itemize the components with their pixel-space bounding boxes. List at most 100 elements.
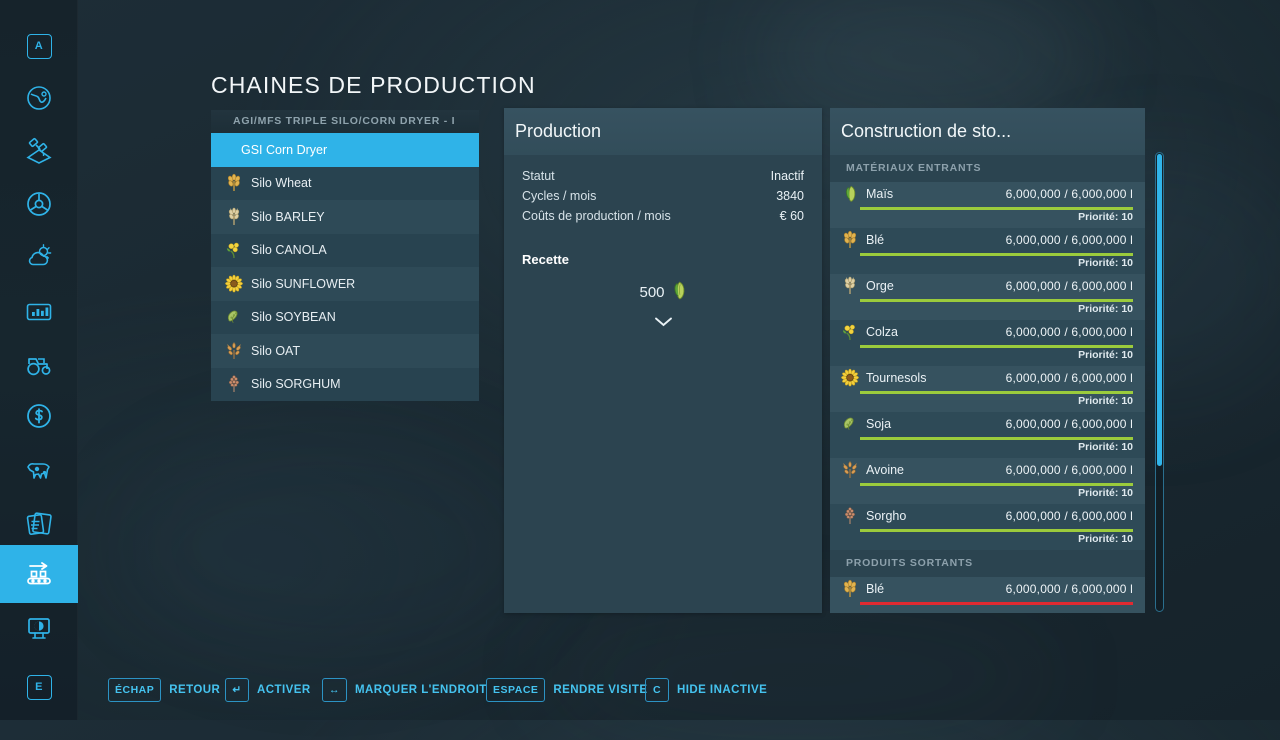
list-item[interactable]: Silo OAT xyxy=(211,334,479,368)
material-name: Colza xyxy=(866,325,898,339)
finances-icon xyxy=(25,402,53,430)
production-point-list: AGI/MFS TRIPLE SILO/CORN DRYER - I GSI C… xyxy=(211,110,479,401)
list-item[interactable]: Silo SOYBEAN xyxy=(211,301,479,335)
hotkey-key: ↵ xyxy=(225,678,249,702)
material-priority: Priorité: 10 xyxy=(1078,395,1133,407)
barley-icon xyxy=(840,276,860,296)
hotkey-activer[interactable]: ↵ ACTIVER xyxy=(225,678,311,702)
material-row[interactable]: Maïs6,000,000 / 6,000,000 lPriorité: 10 xyxy=(830,182,1145,228)
canola-icon xyxy=(223,240,245,260)
sidebar-item-satellite[interactable] xyxy=(0,125,78,177)
sidebar-item-finances[interactable] xyxy=(0,390,78,442)
list-item-label: Silo SORGHUM xyxy=(251,377,341,391)
satellite-icon xyxy=(25,137,53,165)
material-row[interactable]: Avoine 6,000,000 / 6,000,000 l Priorité: 1… xyxy=(830,458,1145,504)
stat-key: Cycles / mois xyxy=(522,189,596,203)
material-priority: Priorité: 10 xyxy=(1078,211,1133,223)
material-row[interactable]: Tournesols 6,000,000 / 6,000,000 l Priorit… xyxy=(830,366,1145,412)
wheat-icon xyxy=(840,230,860,250)
material-row[interactable]: Sorgho 6,000,000 / 6,000,000 l Priorité: 1… xyxy=(830,504,1145,550)
material-name: Orge xyxy=(866,279,894,293)
stat-key: Statut xyxy=(522,169,555,183)
list-item-label: GSI Corn Dryer xyxy=(241,143,327,157)
sidebar-item-weather[interactable] xyxy=(0,230,78,282)
material-row[interactable]: Orge6,000,000 / 6,000,000 lPriorité: 10 xyxy=(830,274,1145,320)
production-stat-row: Cycles / mois3840 xyxy=(504,186,822,206)
storage-materials-panel: Construction de sto... MATÉRIAUX ENTRANT… xyxy=(830,108,1145,613)
barley-icon xyxy=(223,207,245,227)
sidebar-rail: AE xyxy=(0,0,78,720)
hotkey-key: ÉCHAP xyxy=(108,678,161,702)
materials-section-header: PRODUITS SORTANTS xyxy=(830,550,1145,577)
material-row[interactable]: Blé6,000,000 / 6,000,000 l xyxy=(830,577,1145,613)
production-stat-row: Coûts de production / mois€ 60 xyxy=(504,206,822,226)
oat-icon xyxy=(840,460,860,480)
material-priority: Priorité: 10 xyxy=(1078,257,1133,269)
recipe-row: 500 xyxy=(504,281,822,304)
material-amount: 6,000,000 / 6,000,000 l xyxy=(1006,233,1133,247)
material-name: Blé xyxy=(866,233,884,247)
recipe-amount: 500 xyxy=(639,284,664,301)
materials-panel-title: Construction de sto... xyxy=(830,108,1145,155)
list-item-label: Silo CANOLA xyxy=(251,243,327,257)
recipe-expand-chevron[interactable] xyxy=(504,316,822,327)
material-fill-bar xyxy=(860,391,1133,394)
material-name: Tournesols xyxy=(866,371,926,385)
sidebar-item-animals[interactable] xyxy=(0,444,78,496)
sidebar-item-globe[interactable] xyxy=(0,72,78,124)
page-title: CHAINES DE PRODUCTION xyxy=(211,72,536,99)
wheat-icon xyxy=(840,579,860,599)
list-item-label: Silo SUNFLOWER xyxy=(251,277,355,291)
material-amount: 6,000,000 / 6,000,000 l xyxy=(1006,463,1133,477)
sidebar-item-tractor[interactable] xyxy=(0,338,78,390)
sidebar-item-contracts[interactable] xyxy=(0,498,78,550)
hotkey-hide-inactive[interactable]: CHIDE INACTIVE xyxy=(645,678,767,702)
material-row[interactable]: Colza6,000,000 / 6,000,000 lPriorité: 10 xyxy=(830,320,1145,366)
sidebar-item-production[interactable] xyxy=(0,545,78,603)
material-amount: 6,000,000 / 6,000,000 l xyxy=(1006,371,1133,385)
soybean-icon xyxy=(840,414,860,434)
list-item[interactable]: Silo SUNFLOWER xyxy=(211,267,479,301)
list-group-header: AGI/MFS TRIPLE SILO/CORN DRYER - I xyxy=(211,110,479,133)
hotkey-rendre-visite[interactable]: ESPACERENDRE VISITE xyxy=(486,678,647,702)
maize-icon xyxy=(672,281,687,304)
hotkey-marquer-l-endroit[interactable]: ↔MARQUER L'ENDROIT xyxy=(322,678,487,702)
material-row[interactable]: Soja6,000,000 / 6,000,000 lPriorité: 10 xyxy=(830,412,1145,458)
tractor-icon xyxy=(25,350,53,378)
recipe-label: Recette xyxy=(504,252,822,267)
oat-icon xyxy=(223,341,245,361)
sidebar-item-statistics[interactable] xyxy=(0,286,78,338)
sunflower-icon xyxy=(223,274,245,294)
soybean-icon xyxy=(223,307,245,327)
material-name: Sorgho xyxy=(866,509,906,523)
materials-scrollbar[interactable] xyxy=(1155,152,1164,612)
list-item[interactable]: Silo CANOLA xyxy=(211,234,479,268)
material-fill-bar xyxy=(860,437,1133,440)
list-item[interactable]: Silo BARLEY xyxy=(211,200,479,234)
material-amount: 6,000,000 / 6,000,000 l xyxy=(1006,279,1133,293)
material-name: Soja xyxy=(866,417,891,431)
material-row[interactable]: Blé 6,000,000 / 6,000,000 l Priorité: 10 xyxy=(830,228,1145,274)
list-item[interactable]: Silo SORGHUM xyxy=(211,368,479,402)
list-item[interactable]: GSI Corn Dryer xyxy=(211,133,479,167)
list-item-label: Silo Wheat xyxy=(251,176,311,190)
material-priority: Priorité: 10 xyxy=(1078,533,1133,545)
hotkey-label: RENDRE VISITE xyxy=(553,684,647,696)
material-name: Avoine xyxy=(866,463,904,477)
material-fill-bar xyxy=(860,207,1133,210)
sorghum-icon xyxy=(223,374,245,394)
material-fill-bar xyxy=(860,602,1133,605)
hotkey-label: ACTIVER xyxy=(257,684,311,696)
hotkey-retour[interactable]: ÉCHAPRETOUR xyxy=(108,678,220,702)
background-blur-3 xyxy=(120,430,540,660)
material-amount: 6,000,000 / 6,000,000 l xyxy=(1006,509,1133,523)
sidebar-item-keycap-a[interactable]: A xyxy=(0,20,78,72)
materials-scrollbar-thumb[interactable] xyxy=(1157,154,1162,466)
sidebar-item-map-overview[interactable] xyxy=(0,602,78,654)
sidebar-item-steering-wheel[interactable] xyxy=(0,178,78,230)
list-item[interactable]: Silo Wheat xyxy=(211,167,479,201)
statistics-icon xyxy=(25,298,53,326)
material-name: Blé xyxy=(866,582,884,596)
steering-wheel-icon xyxy=(25,190,53,218)
material-priority: Priorité: 10 xyxy=(1078,487,1133,499)
